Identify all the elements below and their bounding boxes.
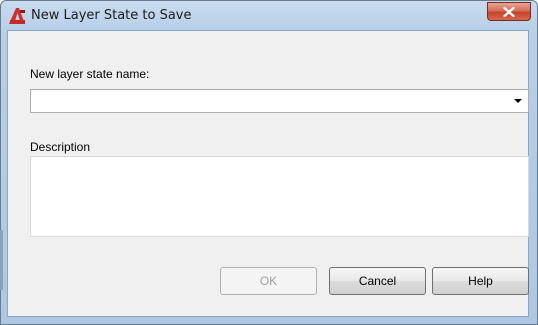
window-edge-resize-handle: [0, 230, 3, 290]
cancel-button[interactable]: Cancel: [329, 267, 426, 295]
description-textarea[interactable]: [31, 157, 528, 236]
layer-state-name-input[interactable]: [31, 90, 511, 112]
description-field[interactable]: [30, 156, 529, 237]
close-icon: [503, 6, 515, 17]
chevron-down-icon[interactable]: [514, 99, 522, 103]
autocad-app-icon: [9, 8, 25, 24]
description-label: Description: [30, 140, 91, 154]
title-bar[interactable]: New Layer State to Save: [1, 1, 537, 31]
help-button[interactable]: Help: [432, 267, 529, 295]
ok-button[interactable]: OK: [220, 267, 317, 295]
window-title: New Layer State to Save: [31, 8, 192, 23]
close-button[interactable]: [487, 2, 531, 21]
layer-state-name-combobox[interactable]: [30, 89, 529, 113]
layer-state-name-label: New layer state name:: [30, 67, 150, 81]
